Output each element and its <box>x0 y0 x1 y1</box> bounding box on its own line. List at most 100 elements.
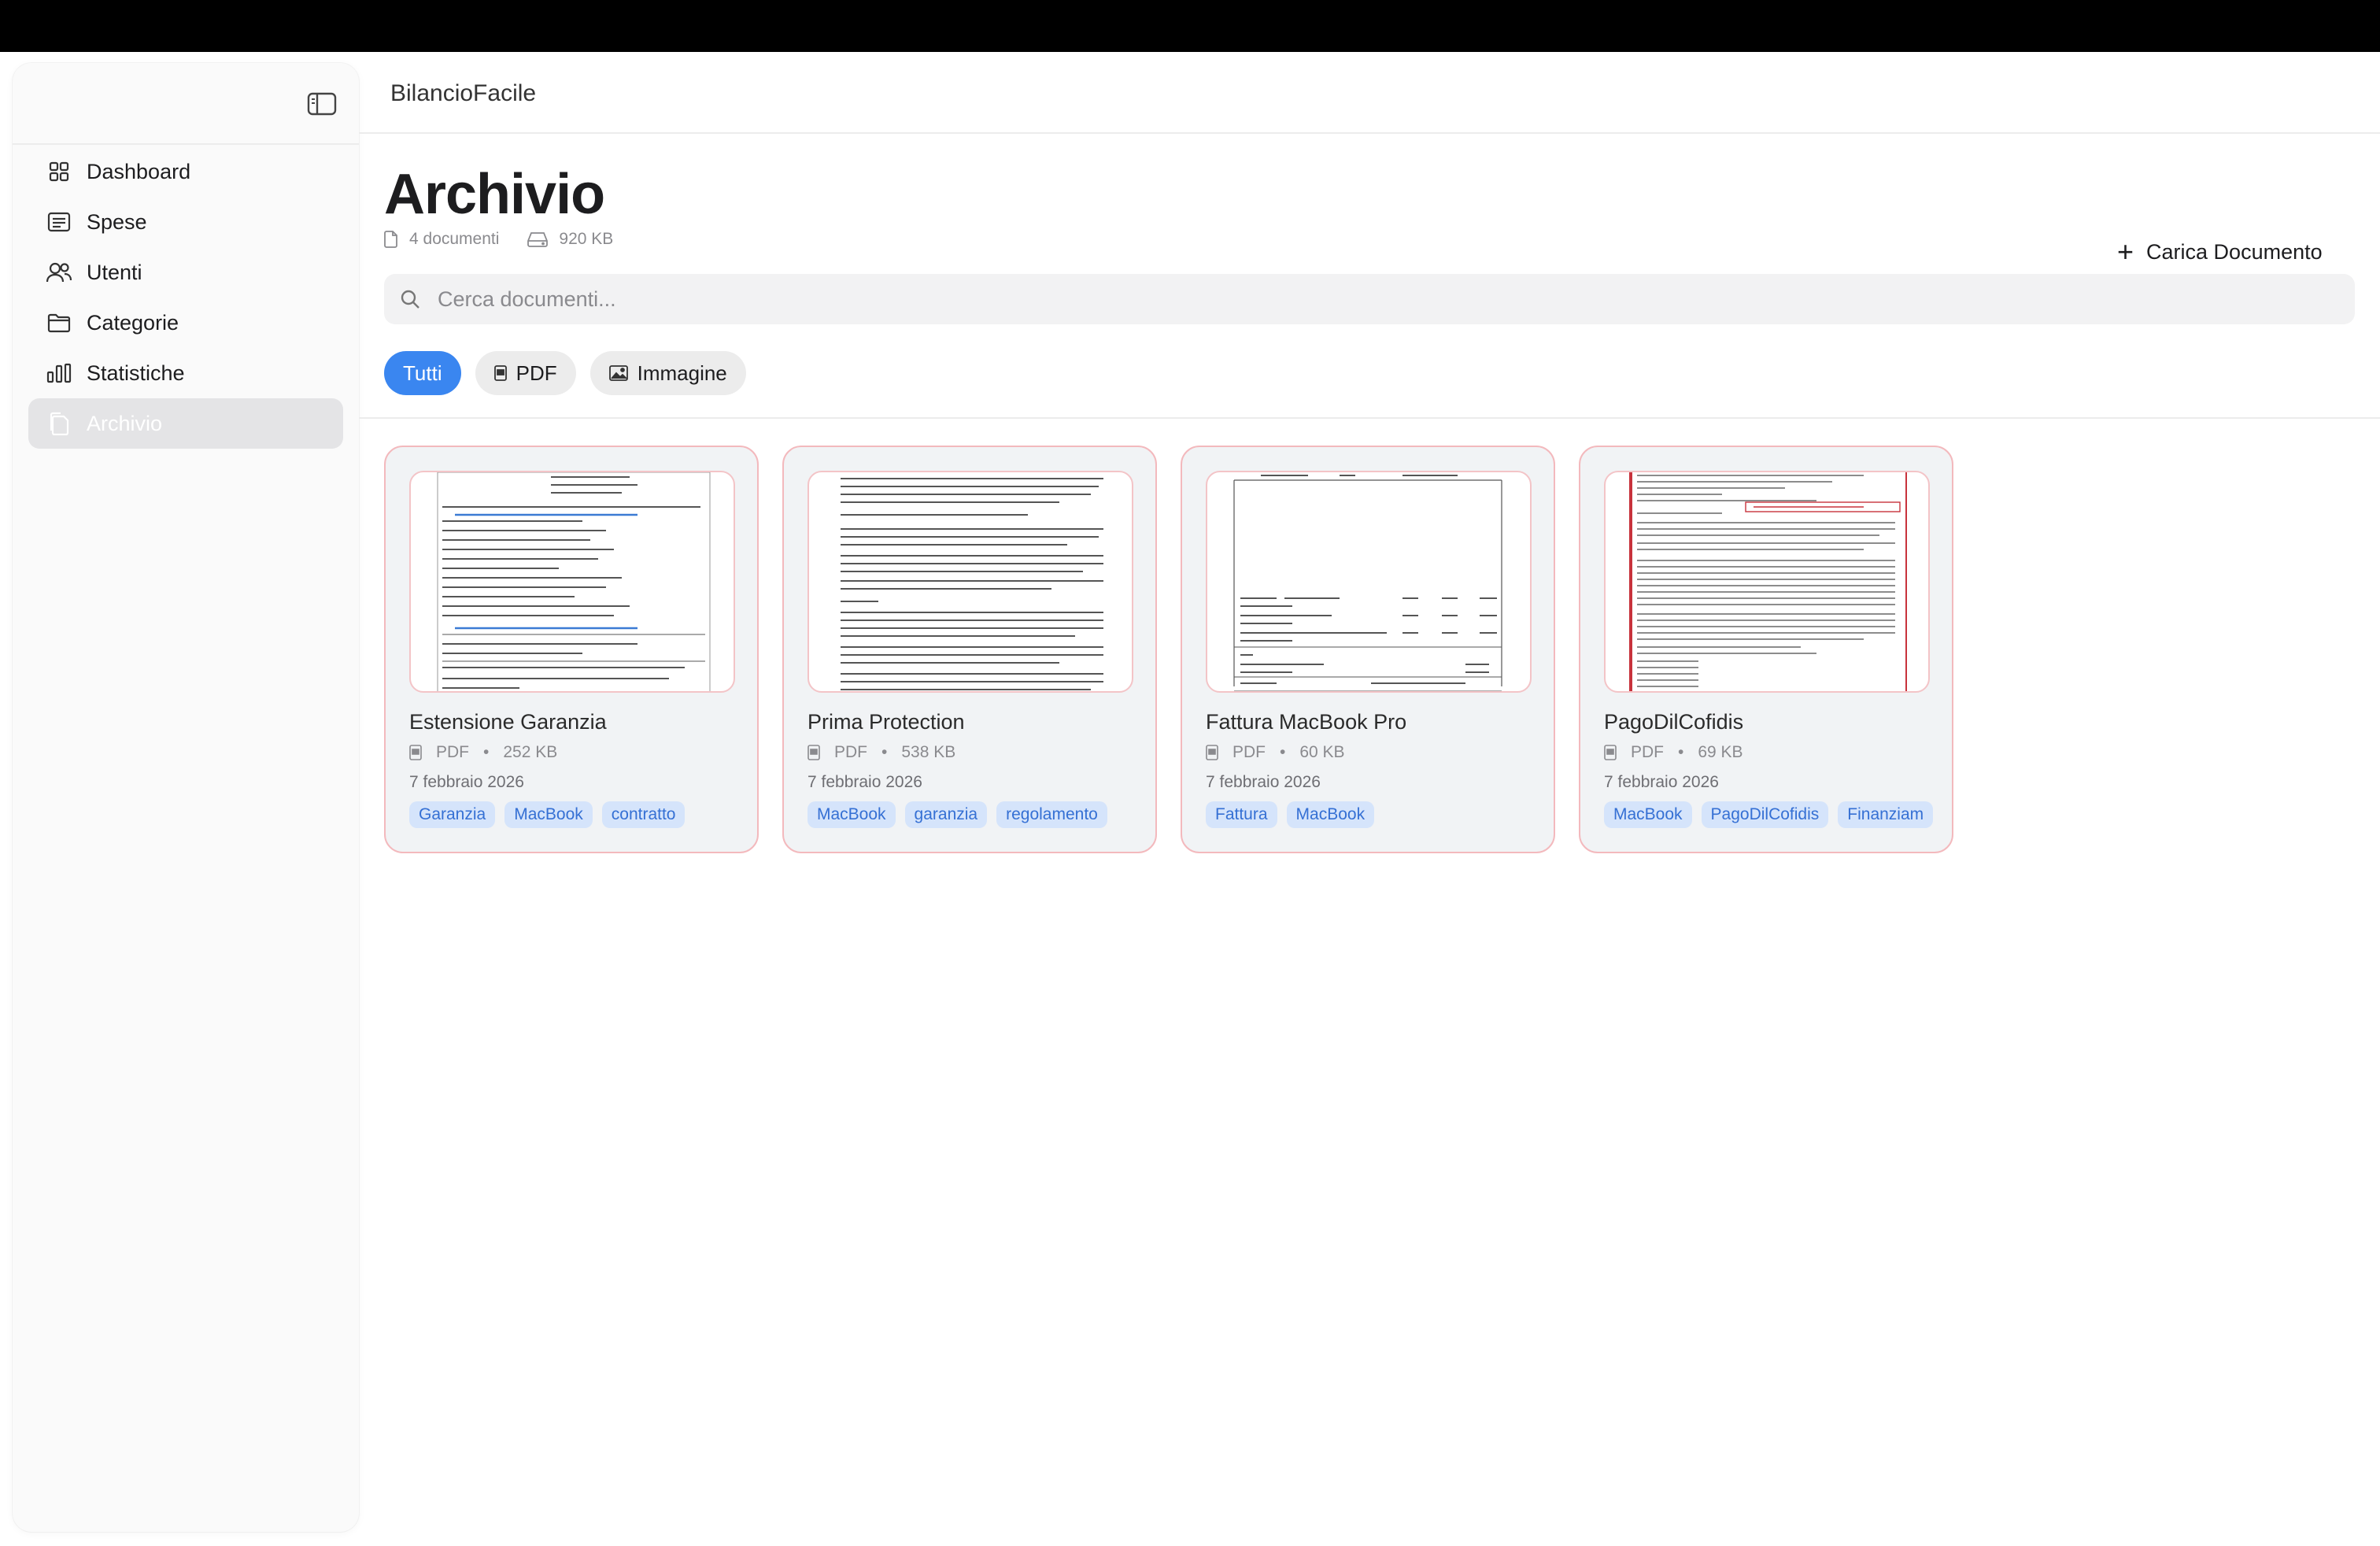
sidebar-item-archivio[interactable]: Archivio <box>28 398 343 449</box>
list-icon <box>46 209 72 235</box>
document-thumbnail <box>1604 471 1930 693</box>
tag[interactable]: MacBook <box>1286 801 1375 828</box>
tag[interactable]: contratto <box>601 801 686 828</box>
filter-chip-immagine[interactable]: Immagine <box>589 351 746 395</box>
document-size: 538 KB <box>901 743 956 761</box>
document-card[interactable]: PagoDilCofidis PDF • 69 KB 7 febbraio 20… <box>1579 446 1953 853</box>
document-count: 4 documenti <box>384 230 499 249</box>
tag[interactable]: Finanziam <box>1838 801 1934 828</box>
pdf-icon <box>1206 745 1218 760</box>
separator-dot: • <box>1280 743 1286 761</box>
filter-chips: Tutti PDF Immagine <box>384 351 760 395</box>
document-size: 69 KB <box>1698 743 1743 761</box>
image-icon <box>608 365 628 381</box>
document-title: Fattura MacBook Pro <box>1206 710 1407 734</box>
document-thumbnail <box>808 471 1133 693</box>
upload-document-button[interactable]: + Carica Documento <box>2117 238 2323 266</box>
document-date: 7 febbraio 2026 <box>1206 773 1321 791</box>
document-card[interactable]: Prima Protection PDF • 538 KB 7 febbraio… <box>782 446 1157 853</box>
storage-size-label: 920 KB <box>559 230 614 248</box>
app-window: Dashboard Spese Utenti Categorie Statist… <box>0 52 2380 1546</box>
tag[interactable]: MacBook <box>1604 801 1692 828</box>
pdf-icon <box>1604 745 1617 760</box>
document-thumbnail <box>409 471 735 693</box>
document-title: Estensione Garanzia <box>409 710 607 734</box>
tag[interactable]: MacBook <box>808 801 896 828</box>
document-tags: Garanzia MacBook contratto <box>409 801 740 828</box>
plus-icon: + <box>2117 235 2134 268</box>
sidebar-item-dashboard[interactable]: Dashboard <box>28 146 343 197</box>
document-grid: Estensione Garanzia PDF • 252 KB 7 febbr… <box>384 446 1977 853</box>
sidebar-item-label: Dashboard <box>87 159 191 183</box>
bar-chart-icon <box>46 360 72 386</box>
folder-icon <box>46 309 72 336</box>
tag[interactable]: PagoDilCofidis <box>1701 801 1829 828</box>
filter-chip-label: Immagine <box>637 361 727 385</box>
document-thumbnail <box>1206 471 1532 693</box>
document-count-label: 4 documenti <box>409 230 500 248</box>
tag[interactable]: garanzia <box>904 801 988 828</box>
sidebar-nav: Dashboard Spese Utenti Categorie Statist… <box>28 146 343 449</box>
document-meta: PDF • 69 KB <box>1604 743 1743 762</box>
header-divider <box>359 132 2380 134</box>
sidebar-item-utenti[interactable]: Utenti <box>28 247 343 298</box>
document-tags: Fattura MacBook <box>1206 801 1536 828</box>
pdf-icon <box>409 745 422 760</box>
document-tags: MacBook garanzia regolamento <box>808 801 1138 828</box>
document-title: PagoDilCofidis <box>1604 710 1744 734</box>
sidebar-divider <box>13 143 359 145</box>
documents-icon <box>46 410 72 437</box>
document-title: Prima Protection <box>808 710 965 734</box>
document-size: 60 KB <box>1299 743 1345 761</box>
document-card[interactable]: Estensione Garanzia PDF • 252 KB 7 febbr… <box>384 446 759 853</box>
document-type: PDF <box>834 743 867 761</box>
sidebar-item-spese[interactable]: Spese <box>28 197 343 247</box>
search-input[interactable] <box>438 287 2248 312</box>
document-icon <box>384 231 397 248</box>
document-type: PDF <box>436 743 469 761</box>
filter-chip-pdf[interactable]: PDF <box>475 351 576 395</box>
document-preview-image <box>1629 472 1907 691</box>
document-size: 252 KB <box>503 743 558 761</box>
separator-dot: • <box>881 743 888 761</box>
sidebar: Dashboard Spese Utenti Categorie Statist… <box>13 63 359 1532</box>
separator-dot: • <box>483 743 490 761</box>
window-top-bar <box>0 0 2380 52</box>
grid-icon <box>46 158 72 185</box>
filter-chip-label: PDF <box>516 361 557 385</box>
content-divider <box>359 417 2380 419</box>
pdf-icon <box>808 745 820 760</box>
document-type: PDF <box>1631 743 1664 761</box>
filter-chip-label: Tutti <box>403 361 442 385</box>
sidebar-toggle-icon <box>307 92 337 116</box>
sidebar-item-label: Categorie <box>87 310 179 335</box>
document-meta: PDF • 252 KB <box>409 743 557 762</box>
separator-dot: • <box>1678 743 1684 761</box>
users-icon <box>46 259 72 286</box>
document-meta: PDF • 538 KB <box>808 743 955 762</box>
storage-size: 920 KB <box>527 230 613 249</box>
tag[interactable]: Fattura <box>1206 801 1277 828</box>
document-type: PDF <box>1232 743 1266 761</box>
app-title: BilancioFacile <box>390 80 537 106</box>
sidebar-item-label: Utenti <box>87 260 142 284</box>
sidebar-toggle-button[interactable] <box>304 90 340 118</box>
drive-icon <box>527 232 549 247</box>
search-bar <box>384 274 2355 324</box>
document-preview-image <box>1233 475 1502 691</box>
document-date: 7 febbraio 2026 <box>1604 773 1719 791</box>
page-title: Archivio <box>384 163 605 226</box>
tag[interactable]: regolamento <box>996 801 1107 828</box>
pdf-icon <box>493 365 507 381</box>
document-date: 7 febbraio 2026 <box>409 773 524 791</box>
document-card[interactable]: Fattura MacBook Pro PDF • 60 KB 7 febbra… <box>1181 446 1555 853</box>
filter-chip-tutti[interactable]: Tutti <box>384 351 461 395</box>
sidebar-item-categorie[interactable]: Categorie <box>28 298 343 348</box>
sidebar-item-label: Statistiche <box>87 361 185 385</box>
archive-summary: 4 documenti 920 KB <box>384 230 641 249</box>
document-tags: MacBook PagoDilCofidis Finanziam <box>1604 801 1935 828</box>
sidebar-item-statistiche[interactable]: Statistiche <box>28 348 343 398</box>
tag[interactable]: MacBook <box>504 801 593 828</box>
tag[interactable]: Garanzia <box>409 801 496 828</box>
sidebar-item-label: Archivio <box>87 411 163 435</box>
